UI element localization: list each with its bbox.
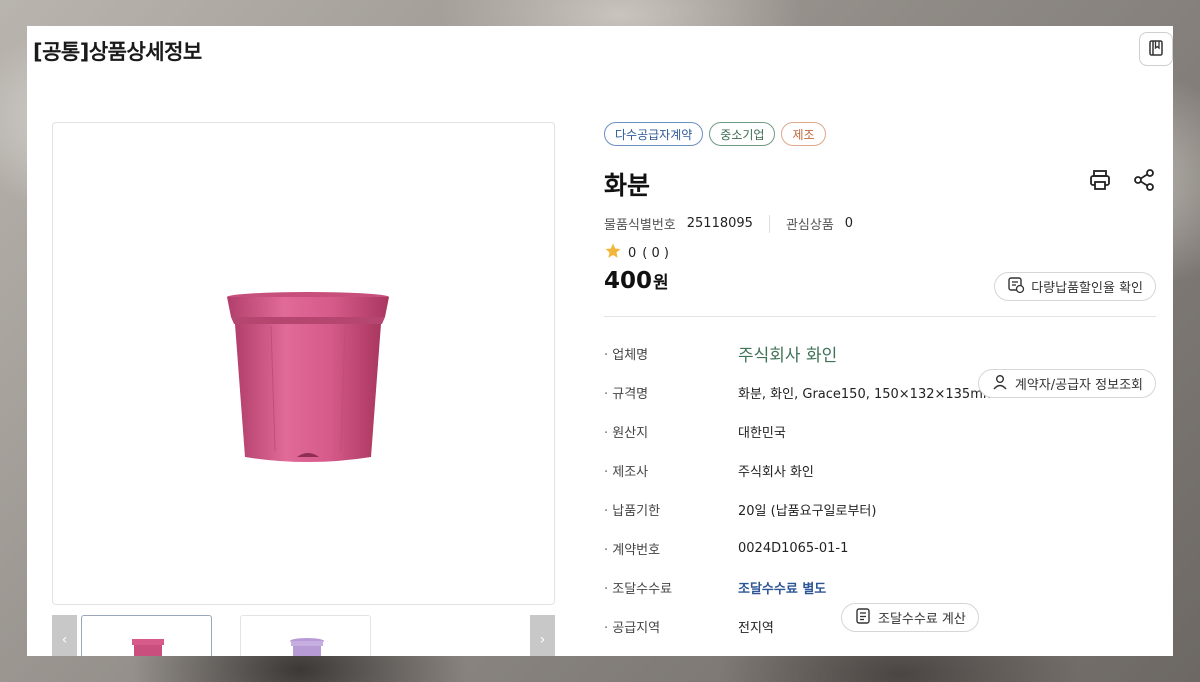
detail-label: 공급지역 [604, 617, 738, 636]
detail-row-fee: 조달수수료 조달수수료 별도 [604, 572, 1156, 602]
rating: 0 ( 0 ) [604, 242, 669, 264]
detail-label: 계약번호 [604, 539, 738, 558]
detail-label: 납품기한 [604, 500, 738, 519]
pink-pot-thumbnail [132, 639, 164, 656]
book-icon [1147, 39, 1165, 60]
product-name: 화분 [604, 171, 651, 200]
thumbnail-1[interactable] [81, 615, 212, 656]
product-id-value: 25118095 [686, 216, 753, 231]
detail-label: 규격명 [604, 383, 738, 402]
interest-value: 0 [844, 216, 854, 231]
product-info-panel: 다수공급자계약 중소기업 제조 화분 물품식별번호 25118095 관심상품 … [604, 122, 1156, 636]
fee-link[interactable]: 조달수수료 별도 [738, 578, 826, 597]
chevron-left-icon: ‹ [61, 632, 68, 648]
detail-value: 0024D1065-01-1 [738, 540, 849, 556]
detail-label: 업체명 [604, 344, 738, 363]
discount-icon [1007, 276, 1025, 298]
product-meta: 물품식별번호 25118095 관심상품 0 [604, 214, 853, 233]
thumb-prev-button[interactable]: ‹ [52, 615, 77, 656]
rating-score: 0 [628, 245, 637, 261]
company-name[interactable]: 주식회사 화인 [738, 341, 837, 366]
product-tools [1088, 168, 1156, 196]
badge-list: 다수공급자계약 중소기업 제조 [604, 122, 1156, 146]
detail-row-contract: 계약번호 0024D1065-01-1 [604, 533, 1156, 563]
rating-count: ( 0 ) [642, 245, 669, 261]
bookmark-button[interactable] [1139, 32, 1173, 66]
detail-value: 20일 (납품요구일로부터) [738, 503, 877, 519]
detail-value: 주식회사 화인 [738, 464, 814, 480]
detail-value: 대한민국 [738, 425, 786, 441]
section-divider [604, 316, 1156, 317]
badge-manufacturing: 제조 [781, 122, 826, 146]
thumbnail-strip: ‹ › [52, 615, 555, 656]
price-value: 400 [604, 268, 653, 294]
detail-value: 화분, 화인, Grace150, 150×132×135mm [738, 386, 996, 402]
printer-icon[interactable] [1088, 168, 1112, 196]
product-detail-window: [공통]상품상세정보 ‹ › 다수공급자계약 중소기업 제조 화분 물품식별번호… [27, 26, 1173, 656]
price-unit: 원 [653, 273, 669, 293]
detail-value: 전지역 [738, 620, 774, 636]
thumbnail-2[interactable] [240, 615, 371, 656]
fee-calc-button[interactable]: 조달수수료 계산 [841, 603, 979, 632]
interest-label: 관심상품 [785, 218, 834, 233]
chevron-right-icon: › [539, 632, 546, 648]
detail-row-origin: 원산지 대한민국 [604, 416, 1156, 446]
volume-discount-label: 다량납품할인율 확인 [1031, 281, 1143, 296]
main-product-image [52, 122, 555, 605]
meta-divider [768, 214, 770, 233]
contractor-info-button[interactable]: 계약자/공급자 정보조회 [977, 369, 1156, 398]
star-icon [604, 242, 622, 264]
product-id-label: 물품식별번호 [604, 218, 676, 233]
share-icon[interactable] [1132, 168, 1156, 196]
calculator-icon [854, 607, 872, 629]
detail-row-company: 업체명 주식회사 화인 [604, 338, 1156, 368]
flower-pot-image [227, 292, 389, 462]
purple-pot-thumbnail [290, 638, 324, 656]
page-title: [공통]상품상세정보 [33, 40, 202, 64]
price: 400원 [604, 268, 669, 294]
detail-row-manufacturer: 제조사 주식회사 화인 [604, 455, 1156, 485]
thumb-next-button[interactable]: › [530, 615, 555, 656]
badge-sme: 중소기업 [709, 122, 776, 146]
detail-row-delivery: 납품기한 20일 (납품요구일로부터) [604, 494, 1156, 524]
detail-label: 조달수수료 [604, 578, 738, 597]
badge-multi-supplier: 다수공급자계약 [604, 122, 704, 146]
detail-label: 제조사 [604, 461, 738, 480]
detail-label: 원산지 [604, 422, 738, 441]
person-icon [991, 373, 1009, 395]
fee-calc-label: 조달수수료 계산 [878, 612, 966, 627]
volume-discount-button[interactable]: 다량납품할인율 확인 [994, 272, 1156, 301]
contractor-info-label: 계약자/공급자 정보조회 [1014, 378, 1143, 393]
